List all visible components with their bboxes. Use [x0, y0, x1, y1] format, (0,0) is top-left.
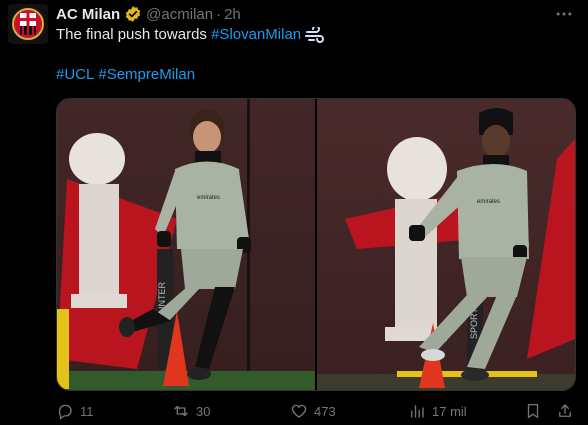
reply-count: 11	[80, 403, 94, 419]
hashtag-slovanmilan[interactable]: #SlovanMilan	[211, 26, 301, 43]
views-button[interactable]: 17 mil	[408, 402, 467, 420]
ac-milan-crest-logo	[8, 4, 48, 44]
media-grid: INTER emirates SPORTS emirates	[56, 98, 576, 391]
hashtag-ucl[interactable]: #UCL	[56, 66, 94, 83]
author-handle[interactable]: @acmilan	[146, 6, 213, 23]
action-bar: 11 30 473 17 mil	[56, 398, 576, 424]
dashing-away-emoji	[305, 24, 325, 43]
svg-text:emirates: emirates	[477, 199, 500, 205]
bookmark-button[interactable]	[524, 402, 542, 420]
reply-button[interactable]: 11	[56, 402, 94, 420]
views-count: 17 mil	[432, 403, 467, 419]
like-button[interactable]: 473	[290, 402, 336, 420]
hashtag-sempremilan[interactable]: #SempreMilan	[98, 66, 195, 83]
post-text-body: The final push towards	[56, 26, 212, 43]
post-header: AC Milan @acmilan · 2h	[56, 4, 241, 24]
photo-right[interactable]: SPORTS emirates	[317, 99, 575, 390]
photo-left[interactable]: INTER emirates	[57, 99, 315, 390]
svg-text:INTER: INTER	[157, 281, 167, 309]
more-options-icon[interactable]	[554, 4, 574, 29]
like-icon	[291, 404, 307, 418]
svg-text:emirates: emirates	[197, 195, 220, 201]
repost-button[interactable]: 30	[172, 402, 210, 420]
share-button[interactable]	[556, 402, 574, 420]
post-text: The final push towards #SlovanMilan	[56, 24, 325, 43]
reply-icon	[58, 404, 72, 420]
bookmark-icon	[527, 403, 539, 419]
repost-icon	[174, 405, 188, 417]
share-icon	[559, 404, 571, 417]
post-hashtags: #UCL #SempreMilan	[56, 66, 199, 83]
post-timestamp[interactable]: 2h	[224, 6, 241, 23]
repost-count: 30	[196, 403, 211, 419]
avatar[interactable]	[8, 4, 48, 44]
author-name[interactable]: AC Milan	[56, 6, 120, 23]
verified-badge-icon	[124, 5, 142, 23]
like-count: 473	[314, 403, 336, 419]
header-separator: ·	[216, 5, 222, 23]
views-icon	[411, 405, 424, 418]
